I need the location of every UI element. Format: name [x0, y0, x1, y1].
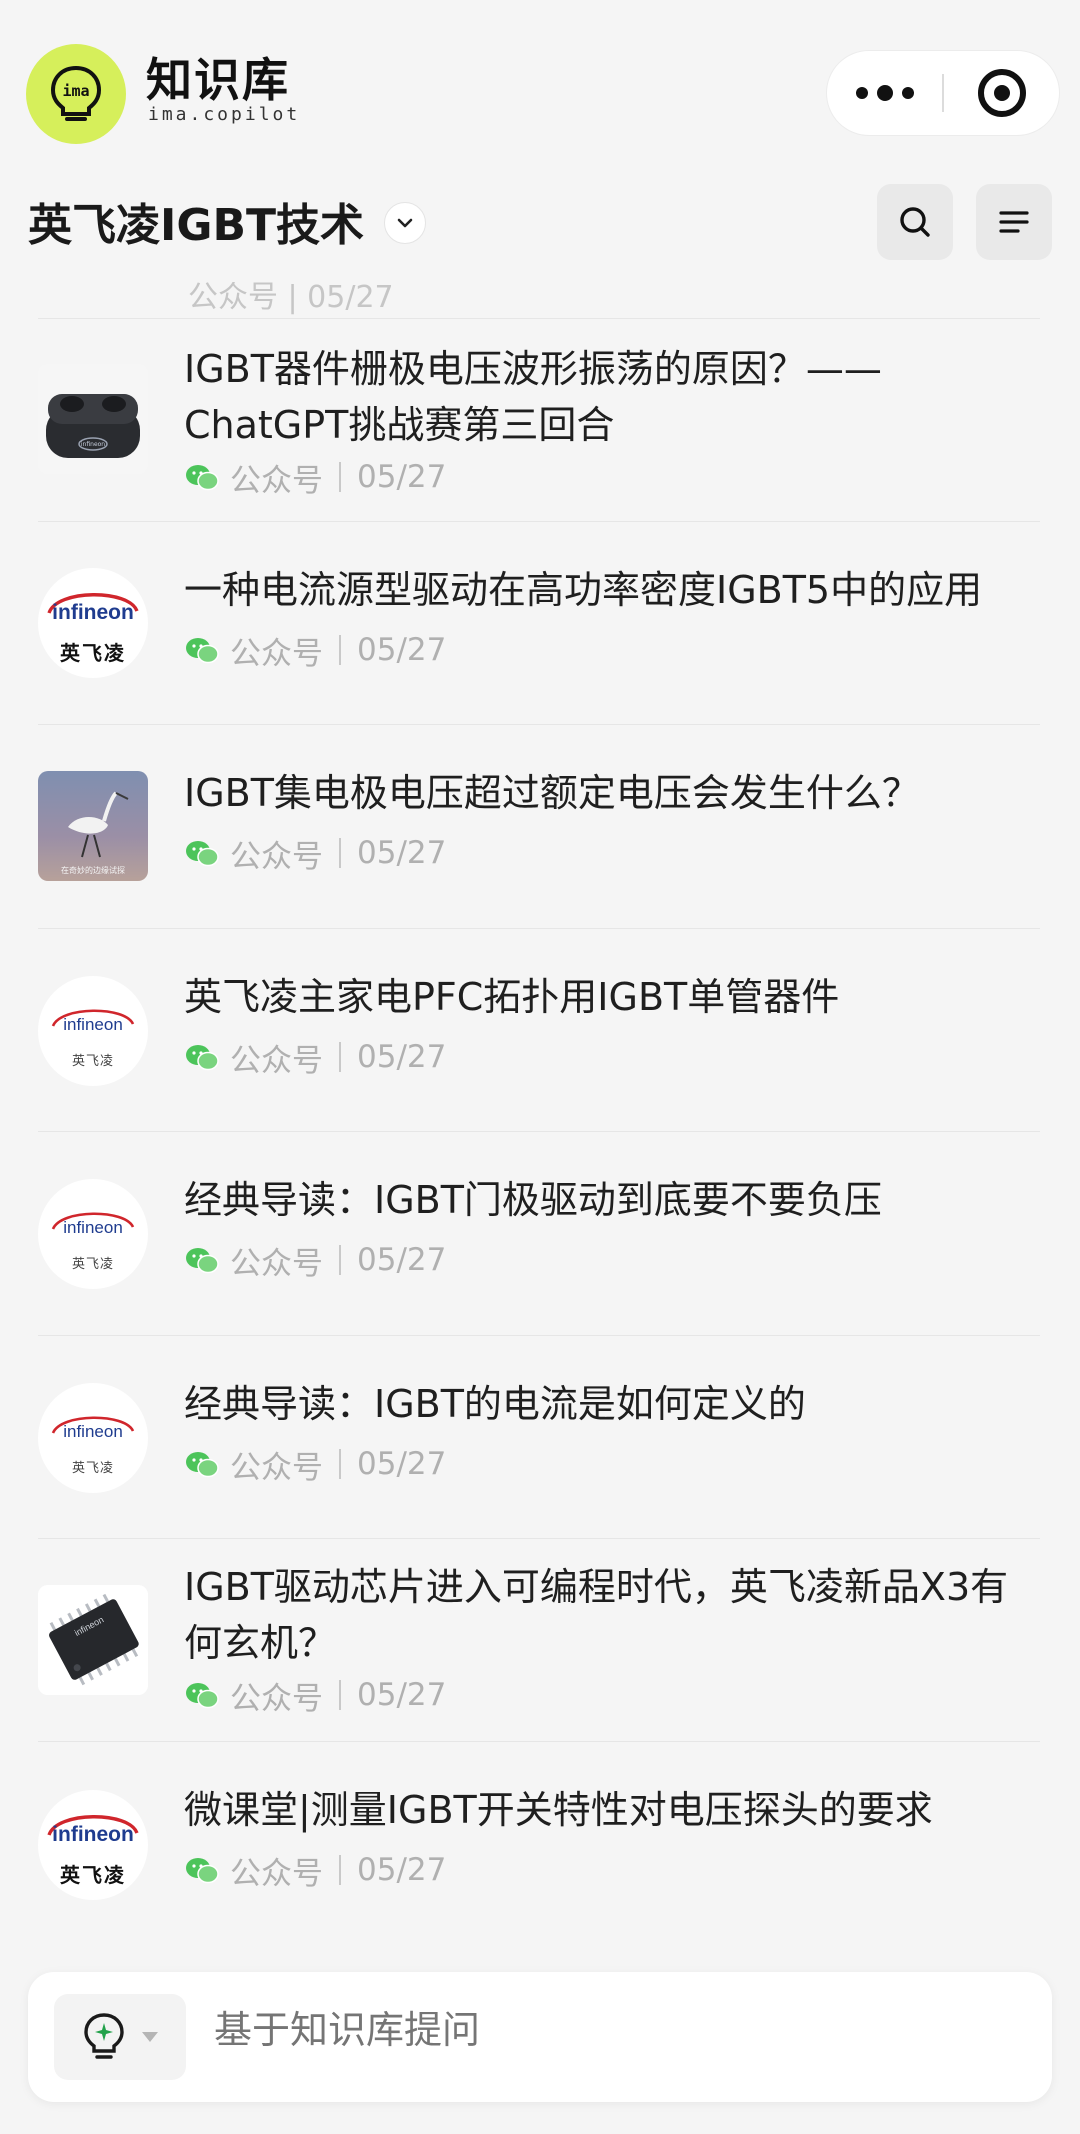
svg-text:infineon: infineon	[81, 441, 105, 448]
caret-down-icon	[142, 2032, 158, 2042]
model-selector[interactable]	[54, 1994, 186, 2080]
infineon-logo-cn: 英飞凌	[71, 1053, 114, 1069]
infineon-logo-word: infineon	[63, 1422, 123, 1441]
list-item-meta: 公众号 05/27	[184, 628, 446, 672]
infineon-logo-word: infineon	[52, 601, 134, 624]
list-item[interactable]: infineon 英飞凌 英飞凌主家电PFC拓扑用IGBT单管器件 公众号 05…	[38, 928, 1040, 1131]
lightbulb-icon	[84, 2013, 124, 2059]
list-item[interactable]: infineon 英飞凌 经典导读：IGBT门极驱动到底要不要负压 公众号 05…	[38, 1131, 1040, 1335]
list-item-date: 05/27	[357, 835, 447, 871]
list-item-source: 公众号	[230, 1245, 323, 1282]
bird-photo-caption: 在奇妙的边缘试探	[61, 865, 125, 875]
list-item-date: 05/27	[357, 1852, 447, 1888]
list-item-meta: 公众号 05/27	[184, 1035, 446, 1079]
list-item-source: 公众号	[230, 635, 323, 672]
ima-logo-text: ima	[62, 82, 89, 100]
infineon-logo-thumbnail: infineon 英飞凌	[38, 976, 148, 1086]
brand-bar: ima 知识库 ima.copilot	[0, 0, 1080, 180]
list-item-date: 05/27	[357, 1446, 447, 1482]
earbuds-thumbnail: infineon	[38, 364, 148, 474]
list-item-title: 经典导读：IGBT的电流是如何定义的	[184, 1382, 806, 1426]
chip-photo-thumbnail: infineon	[38, 1585, 148, 1695]
list-item-source: 公众号	[230, 1680, 323, 1717]
list-item-title: IGBT器件栅极电压波形振荡的原因？—— ChatGPT挑战赛第三回合	[184, 347, 882, 447]
list-item-date: 05/27	[357, 632, 447, 668]
knowledge-base-header: 英飞凌IGBT技术	[0, 182, 1080, 282]
list-item-source: 公众号	[230, 1042, 323, 1079]
wechat-icon	[186, 1045, 219, 1071]
search-icon	[900, 207, 930, 237]
list-item[interactable]: infineon 英飞凌 微课堂|测量IGBT开关特性对电压探头的要求 公众号 …	[38, 1741, 1040, 1945]
ellipsis-icon[interactable]	[827, 50, 942, 136]
bird-photo-thumbnail: 在奇妙的边缘试探	[38, 771, 148, 881]
document-list: 公众号 | 05/27 infineon IGBT器件栅极电压波形振荡的原因？—…	[0, 282, 1080, 1972]
list-item-meta: 公众号 05/27	[184, 831, 446, 875]
ask-input[interactable]	[214, 2008, 1014, 2052]
list-item[interactable]: 在奇妙的边缘试探 IGBT集电极电压超过额定电压会发生什么？ 公众号 05/27	[38, 724, 1040, 928]
list-item[interactable]: infineon 英飞凌 经典导读：IGBT的电流是如何定义的 公众号 05/2…	[38, 1335, 1040, 1538]
infineon-logo-thumbnail: infineon 英飞凌	[38, 568, 148, 678]
list-item-title: 英飞凌主家电PFC拓扑用IGBT单管器件	[184, 975, 840, 1019]
wechat-icon	[186, 1248, 219, 1274]
infineon-logo-cn: 英飞凌	[60, 640, 126, 665]
infineon-logo-icon: infineon	[47, 1814, 139, 1846]
brand-title: 知识库	[146, 53, 290, 107]
list-item-source: 公众号	[230, 1449, 323, 1486]
list-item-title: IGBT驱动芯片进入可编程时代，英飞凌新品X3有何玄机？	[184, 1565, 1009, 1665]
search-button[interactable]	[877, 184, 953, 260]
wechat-icon	[186, 1683, 219, 1709]
infineon-logo-cn: 英飞凌	[60, 1862, 126, 1887]
list-item-title: 一种电流源型驱动在高功率密度IGBT5中的应用	[184, 568, 983, 612]
wechat-icon	[186, 1858, 219, 1884]
infineon-logo-word: infineon	[52, 1823, 134, 1846]
list-item-meta: 公众号 05/27	[184, 1673, 446, 1717]
infineon-logo-word: infineon	[63, 1015, 123, 1034]
list-item-title: IGBT集电极电压超过额定电压会发生什么？	[184, 771, 920, 815]
chevron-down-icon[interactable]	[384, 202, 426, 244]
mini-program-capsule	[826, 50, 1060, 136]
list-item-date: 05/27	[357, 1677, 447, 1713]
list-item[interactable]: infineon IGBT驱动芯片进入可编程时代，英飞凌新品X3有何玄机？ 公众…	[38, 1538, 1040, 1741]
list-item-meta: 公众号 05/27	[184, 1848, 446, 1892]
list-item-title: 经典导读：IGBT门极驱动到底要不要负压	[184, 1178, 882, 1222]
ima-logo: ima	[26, 44, 126, 144]
brand-subtitle: ima.copilot	[148, 104, 301, 125]
list-item-peek: 公众号 | 05/27	[188, 282, 394, 315]
wechat-icon	[186, 465, 219, 491]
menu-button[interactable]	[976, 184, 1052, 260]
list-item-date: 05/27	[357, 1242, 447, 1278]
wechat-icon	[186, 638, 219, 664]
infineon-logo-cn: 英飞凌	[71, 1460, 114, 1476]
list-item[interactable]: infineon 英飞凌 一种电流源型驱动在高功率密度IGBT5中的应用 公众号…	[38, 521, 1040, 724]
list-item-source: 公众号	[230, 1855, 323, 1892]
wechat-icon	[186, 1452, 219, 1478]
infineon-logo-icon: infineon	[51, 1008, 135, 1034]
infineon-logo-cn: 英飞凌	[71, 1256, 114, 1272]
wechat-icon	[186, 841, 219, 867]
list-item[interactable]: infineon IGBT器件栅极电压波形振荡的原因？—— ChatGPT挑战赛…	[38, 318, 1040, 521]
infineon-logo-word: infineon	[63, 1218, 123, 1237]
list-item-title: 微课堂|测量IGBT开关特性对电压探头的要求	[184, 1788, 933, 1832]
infineon-logo-thumbnail: infineon 英飞凌	[38, 1179, 148, 1289]
menu-lines-icon	[999, 211, 1029, 233]
infineon-logo-icon: infineon	[51, 1415, 135, 1441]
target-icon[interactable]	[944, 50, 1059, 136]
infineon-logo-icon: infineon	[47, 592, 139, 624]
list-item-source: 公众号	[230, 462, 323, 499]
kb-title[interactable]: 英飞凌IGBT技术	[28, 196, 364, 256]
list-item-meta: 公众号 05/27	[184, 1238, 446, 1282]
list-item-meta: 公众号 05/27	[184, 455, 446, 499]
infineon-logo-thumbnail: infineon 英飞凌	[38, 1790, 148, 1900]
infineon-logo-icon: infineon	[51, 1211, 135, 1237]
list-item-source: 公众号	[230, 838, 323, 875]
ask-bar	[28, 1972, 1052, 2102]
list-item-date: 05/27	[357, 459, 447, 495]
list-item-date: 05/27	[357, 1039, 447, 1075]
list-item-meta: 公众号 05/27	[184, 1442, 446, 1486]
infineon-logo-thumbnail: infineon 英飞凌	[38, 1383, 148, 1493]
